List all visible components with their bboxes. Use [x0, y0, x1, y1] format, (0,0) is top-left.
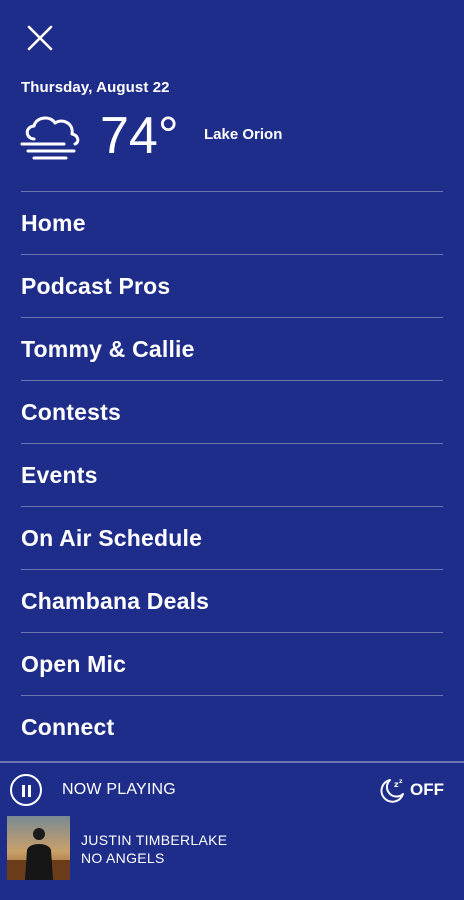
player-bar: NOW PLAYING z z OFF	[0, 768, 464, 812]
menu-item-podcast-pros[interactable]: Podcast Pros	[21, 254, 443, 317]
menu-item-open-mic[interactable]: Open Mic	[21, 632, 443, 695]
temperature: 74°	[100, 107, 179, 165]
pause-button[interactable]	[10, 774, 42, 806]
close-icon[interactable]	[26, 24, 54, 52]
album-art	[7, 816, 70, 880]
navigation-menu: Home Podcast Pros Tommy & Callie Contest…	[21, 191, 443, 758]
current-track[interactable]: JUSTIN TIMBERLAKE NO ANGELS	[0, 812, 464, 900]
pause-icon-bar	[28, 785, 31, 797]
now-playing-label: NOW PLAYING	[62, 781, 176, 798]
menu-item-connect[interactable]: Connect	[21, 695, 443, 758]
weather-widget: 74° Lake Orion	[20, 105, 440, 167]
cloud-fog-icon	[20, 116, 80, 160]
current-date: Thursday, August 22	[21, 79, 170, 96]
sleep-timer-status: OFF	[410, 780, 444, 799]
menu-item-tommy-callie[interactable]: Tommy & Callie	[21, 317, 443, 380]
menu-item-on-air-schedule[interactable]: On Air Schedule	[21, 506, 443, 569]
svg-text:z: z	[399, 778, 403, 785]
player-divider	[0, 761, 464, 763]
menu-item-contests[interactable]: Contests	[21, 380, 443, 443]
weather-location: Lake Orion	[204, 126, 283, 143]
sleep-timer-toggle[interactable]: z z OFF	[378, 774, 444, 806]
menu-item-events[interactable]: Events	[21, 443, 443, 506]
pause-icon	[22, 785, 25, 797]
menu-item-home[interactable]: Home	[21, 191, 443, 254]
menu-item-chambana-deals[interactable]: Chambana Deals	[21, 569, 443, 632]
track-artist: JUSTIN TIMBERLAKE	[81, 832, 228, 848]
track-title: NO ANGELS	[81, 850, 165, 866]
moon-sleep-icon: z z	[380, 778, 404, 803]
